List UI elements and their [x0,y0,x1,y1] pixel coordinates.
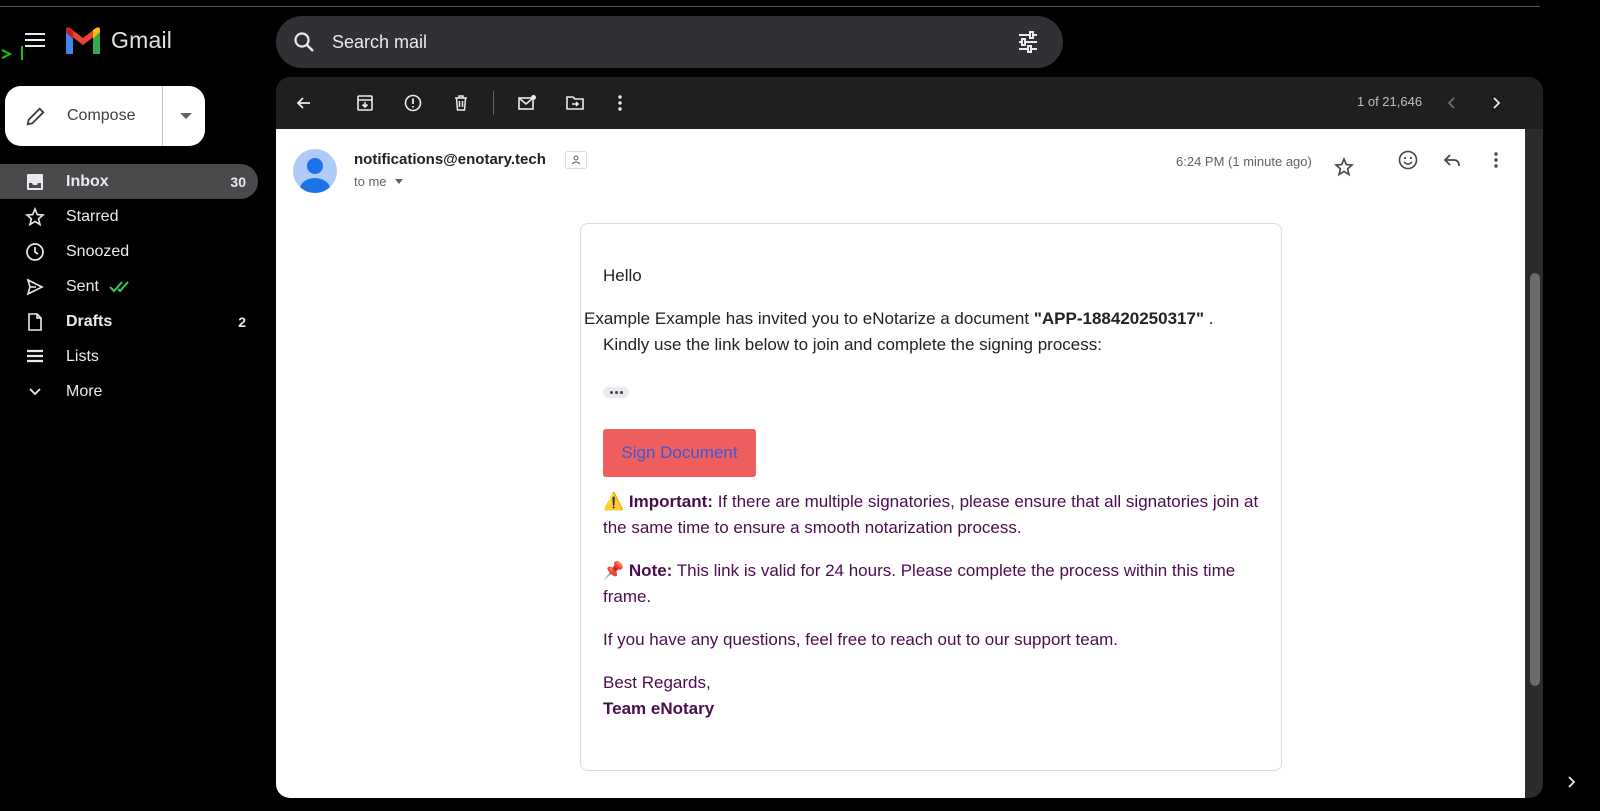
closing-regards: Best Regards, [603,673,711,692]
sidebar-nav: Inbox 30 Starred Snoozed Sent Drafts 2 L… [0,164,258,409]
sidebar-item-more[interactable]: More [0,374,258,409]
star-icon [25,206,45,226]
pagination-count: 1 of 21,646 [1357,94,1423,109]
warning-icon: ⚠️ [603,492,625,511]
draft-file-icon [28,312,42,331]
archive-icon[interactable] [355,93,375,113]
clock-icon [26,242,44,261]
search-icon[interactable] [292,30,316,54]
recipient-details[interactable]: to me [354,174,403,189]
app-name: Gmail [111,27,173,53]
more-vertical-icon[interactable] [1485,149,1507,171]
pushpin-icon: 📌 [603,561,625,580]
sender-avatar[interactable] [293,149,337,193]
pencil-icon [26,107,45,126]
back-arrow-icon[interactable] [294,93,314,113]
sender-email[interactable]: notifications@enotary.tech [354,151,546,168]
signature-team: Team eNotary [603,699,715,718]
message-toolbar: 1 of 21,646 [276,77,1543,129]
newer-chevron-left-icon[interactable] [1442,93,1462,113]
reply-icon[interactable] [1441,149,1463,171]
message-content: notifications@enotary.tech to me 6:24 PM… [276,129,1525,798]
drafts-count: 2 [238,313,246,330]
gmail-logo-icon [66,27,100,54]
expand-side-panel-chevron-icon[interactable] [1565,775,1579,789]
inviter-name: Example Example [584,309,722,328]
main-menu-button[interactable] [22,29,48,55]
important-notice: ⚠️ Important: If there are multiple sign… [603,492,1259,537]
email-body-card: Hello Example Example has invited you to… [580,223,1282,771]
search-bar[interactable] [276,16,1063,68]
send-icon [26,277,44,296]
search-input[interactable] [330,30,994,54]
sidebar-item-snoozed[interactable]: Snoozed [0,234,258,269]
star-icon[interactable] [1333,156,1355,178]
sidebar-item-sent[interactable]: Sent [0,269,258,304]
inbox-icon [27,173,43,190]
compose-label: Compose [67,107,136,124]
sidebar-item-lists[interactable]: Lists [0,339,258,374]
top-border [0,0,1540,7]
compose-dropdown-icon[interactable] [180,113,192,119]
delete-icon[interactable] [451,93,471,113]
email-greeting: Hello [603,266,642,285]
emoji-reaction-icon[interactable] [1397,149,1419,171]
instruction-text: Kindly use the link below to join and co… [603,335,1102,354]
sidebar-item-drafts[interactable]: Drafts 2 [0,304,258,339]
compose-button[interactable]: Compose [5,86,205,146]
contact-info-icon[interactable] [565,151,587,169]
support-text: If you have any questions, feel free to … [603,630,1119,649]
search-options-icon[interactable] [1016,30,1040,54]
mark-unread-icon[interactable] [517,93,537,113]
inbox-count: 30 [230,173,246,190]
validity-note: 📌 Note: This link is valid for 24 hours.… [603,561,1236,606]
double-check-icon [109,280,129,292]
show-trimmed-content-button[interactable] [603,387,629,398]
chevron-down-icon [29,387,41,395]
person-icon [300,158,330,193]
document-id: "APP-188420250317" [1033,309,1205,328]
message-timestamp: 6:24 PM (1 minute ago) [1176,154,1312,169]
sign-document-button[interactable]: Sign Document [603,429,756,477]
toolbar-separator [493,91,494,115]
more-vertical-icon[interactable] [610,93,630,113]
lists-icon [27,349,43,362]
invitation-line: Example Example has invited you to eNota… [584,309,1214,328]
report-spam-icon[interactable] [403,93,423,113]
recipient-dropdown-icon [394,179,403,184]
sidebar-item-inbox[interactable]: Inbox 30 [0,164,258,199]
sidebar-item-starred[interactable]: Starred [0,199,258,234]
message-panel: 1 of 21,646 notifications@enotary.tech t… [276,77,1543,798]
move-to-folder-icon[interactable] [565,93,585,113]
scrollbar-thumb[interactable] [1530,273,1540,686]
compose-divider [162,86,163,146]
older-chevron-right-icon[interactable] [1486,93,1506,113]
